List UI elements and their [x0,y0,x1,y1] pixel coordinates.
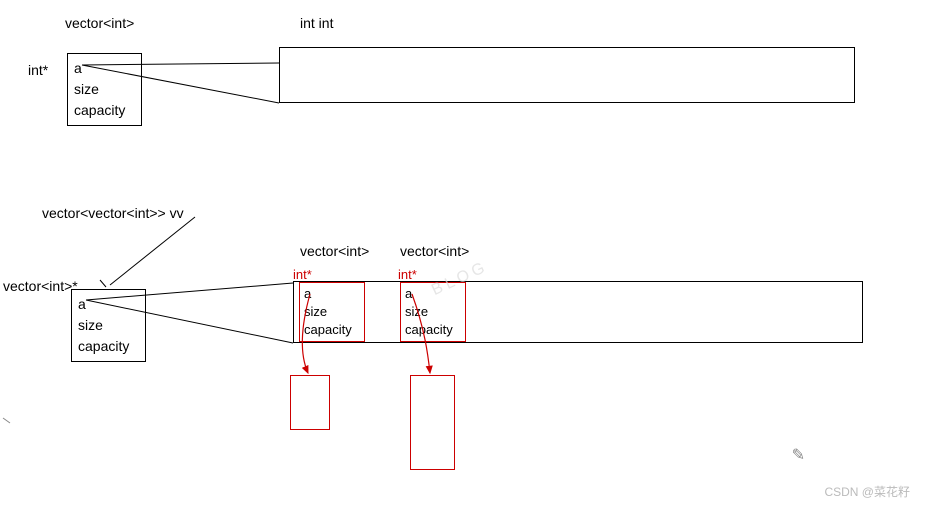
section1-struct: a size capacity [67,53,142,126]
section2-title: vector<vector<int>> vv [42,205,184,221]
section2-ptr-label: vector<int>* [3,278,78,294]
section1-title: vector<int> [65,15,134,31]
section1-array [279,47,855,103]
inner1-field-a: a [304,285,360,303]
field-a: a [74,58,135,79]
section1-elem-label: int int [300,15,333,31]
section2-inner-label-2: vector<int> [400,243,469,259]
section2-outer-struct: a size capacity [71,289,146,362]
field-capacity: capacity [74,100,135,121]
section1-ptr-label: int* [28,62,48,78]
outer-field-capacity: capacity [78,336,139,357]
inner2-field-capacity: capacity [405,321,461,339]
section2-outer-array [293,281,863,343]
inner1-ptr-label: int* [293,267,312,282]
inner2-target-box [410,375,455,470]
inner1-struct: a size capacity [299,282,365,342]
field-size: size [74,79,135,100]
inner2-field-size: size [405,303,461,321]
inner1-target-box [290,375,330,430]
inner2-ptr-label: int* [398,267,417,282]
section2-inner-label-1: vector<int> [300,243,369,259]
outer-field-a: a [78,294,139,315]
footer-attribution: CSDN @菜花籽 [824,483,910,500]
pencil-icon: ✎ [792,445,805,465]
inner1-field-capacity: capacity [304,321,360,339]
inner1-field-size: size [304,303,360,321]
outer-field-size: size [78,315,139,336]
